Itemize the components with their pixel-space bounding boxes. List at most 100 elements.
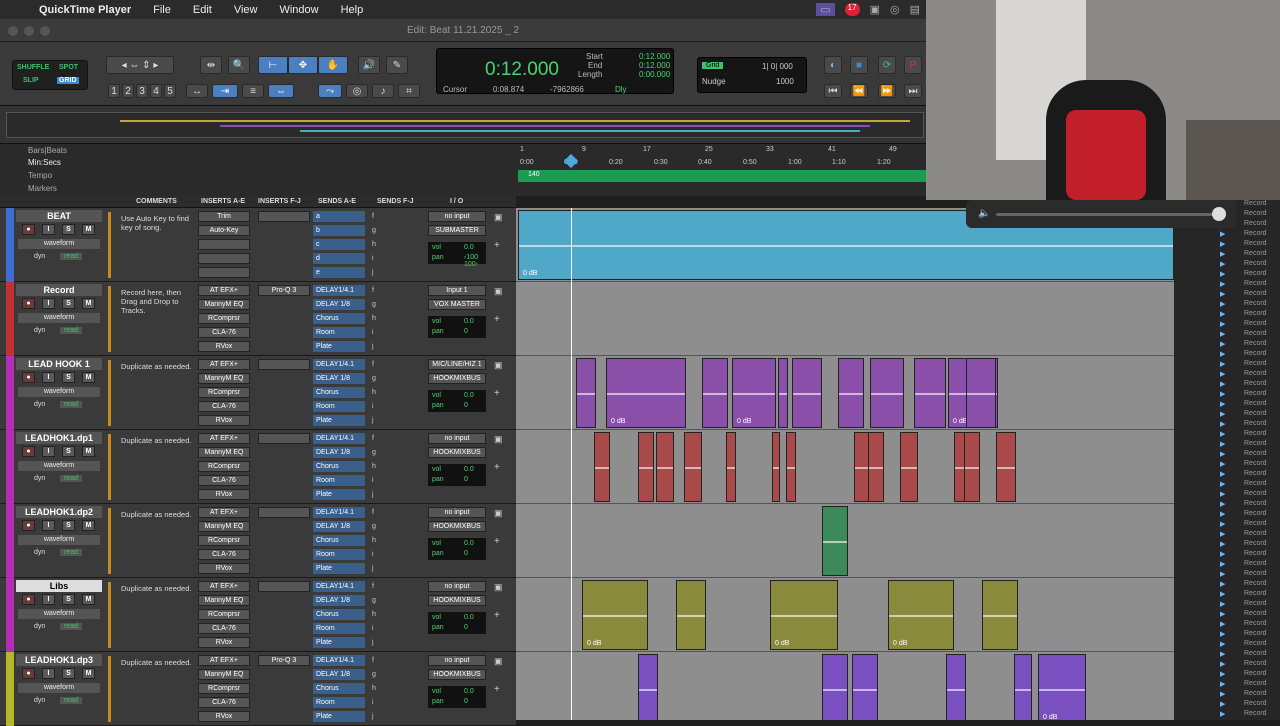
- solo-button[interactable]: S: [62, 446, 75, 457]
- audio-clip[interactable]: 0 dB: [770, 580, 838, 650]
- audio-clip[interactable]: [792, 358, 822, 428]
- insert-slot[interactable]: MannyM EQ: [198, 447, 250, 458]
- send-slot[interactable]: Plate: [313, 637, 365, 648]
- zoomer-tool-icon[interactable]: ⇹: [200, 56, 222, 74]
- output-window-icon[interactable]: ▣: [494, 212, 503, 223]
- send-slot-fj[interactable]: i: [372, 551, 374, 558]
- record-arm-button[interactable]: ●: [22, 298, 35, 309]
- input-selector[interactable]: no input: [428, 433, 486, 444]
- insert-slot-fj[interactable]: [258, 581, 310, 592]
- automation-icon[interactable]: ⤳: [318, 84, 342, 98]
- clip-list-item[interactable]: Record: [1244, 440, 1267, 447]
- send-slot-fj[interactable]: i: [372, 625, 374, 632]
- insert-slot[interactable]: RComprsr: [198, 683, 250, 694]
- disclosure-icon[interactable]: ▶: [1220, 530, 1225, 538]
- output-window-icon[interactable]: ▣: [494, 434, 503, 445]
- insert-slot[interactable]: RVox: [198, 563, 250, 574]
- send-slot-fj[interactable]: h: [372, 389, 376, 396]
- send-slot[interactable]: DELAY 1/8: [313, 373, 365, 384]
- track-view-selector[interactable]: waveform: [18, 313, 100, 323]
- clip-list-item[interactable]: Record: [1244, 200, 1267, 207]
- audio-clip[interactable]: [822, 506, 848, 576]
- disclosure-icon[interactable]: ▶: [1220, 320, 1225, 328]
- menu-file[interactable]: File: [142, 4, 182, 16]
- clip-gain-label[interactable]: 0 dB: [775, 640, 789, 647]
- send-slot-fj[interactable]: g: [372, 597, 376, 604]
- record-arm-button[interactable]: ●: [22, 668, 35, 679]
- track-comment[interactable]: Duplicate as needed.: [121, 658, 193, 667]
- send-slot[interactable]: DELAY1/4.1: [313, 581, 365, 592]
- automation-mode-read[interactable]: read: [60, 697, 83, 704]
- disclosure-icon[interactable]: ▶: [1220, 450, 1225, 458]
- audio-clip[interactable]: [870, 358, 904, 428]
- clip-list-item[interactable]: Record: [1244, 550, 1267, 557]
- input-selector[interactable]: no input: [428, 581, 486, 592]
- menu-view[interactable]: View: [223, 4, 269, 16]
- clip-list-item[interactable]: Record: [1244, 530, 1267, 537]
- disclosure-icon[interactable]: ▶: [1220, 430, 1225, 438]
- audio-clip[interactable]: [786, 432, 796, 502]
- clip-list-item[interactable]: Record: [1244, 690, 1267, 697]
- clip-gain-label[interactable]: 0 dB: [611, 418, 625, 425]
- insert-slot-fj[interactable]: [258, 359, 310, 370]
- disclosure-icon[interactable]: ▶: [1220, 590, 1225, 598]
- disclosure-icon[interactable]: ▶: [1220, 560, 1225, 568]
- send-slot-fj[interactable]: g: [372, 301, 376, 308]
- send-slot-fj[interactable]: f: [372, 657, 374, 664]
- send-slot-fj[interactable]: f: [372, 213, 374, 220]
- output-selector[interactable]: HOOKMIXBUS: [428, 595, 486, 606]
- add-icon[interactable]: +: [494, 314, 500, 325]
- volume-slider[interactable]: 🔈: [966, 200, 1236, 228]
- disclosure-icon[interactable]: ▶: [1220, 510, 1225, 518]
- insert-slot[interactable]: RVox: [198, 341, 250, 352]
- clip-list-item[interactable]: Record: [1244, 700, 1267, 707]
- automation-mode-read[interactable]: read: [60, 475, 83, 482]
- audio-clip[interactable]: [656, 432, 674, 502]
- insert-slot[interactable]: MannyM EQ: [198, 595, 250, 606]
- track-comment[interactable]: Record here, then Drag and Drop to Track…: [121, 288, 193, 315]
- disclosure-icon[interactable]: ▶: [1220, 630, 1225, 638]
- audio-clip[interactable]: [852, 654, 878, 720]
- pan-value[interactable]: 0: [464, 476, 468, 483]
- insert-slot-fj[interactable]: Pro-Q 3: [258, 655, 310, 666]
- status-icon-2[interactable]: ◎: [890, 3, 900, 16]
- input-monitor-button[interactable]: I: [42, 446, 55, 457]
- tempo-ruler[interactable]: 140: [518, 170, 926, 182]
- insert-slot[interactable]: AT EFX+: [198, 655, 250, 666]
- insert-slot-fj[interactable]: [258, 507, 310, 518]
- send-slot-fj[interactable]: i: [372, 329, 374, 336]
- pan-value[interactable]: ‹100 100›: [464, 254, 486, 268]
- record-enable-icon[interactable]: P: [904, 56, 922, 74]
- add-icon[interactable]: +: [494, 462, 500, 473]
- track-comment[interactable]: Duplicate as needed.: [121, 436, 193, 445]
- send-slot-fj[interactable]: g: [372, 375, 376, 382]
- send-slot-fj[interactable]: h: [372, 611, 376, 618]
- track-view-selector[interactable]: waveform: [18, 609, 100, 619]
- record-arm-button[interactable]: ●: [22, 520, 35, 531]
- disclosure-icon[interactable]: ▶: [1220, 290, 1225, 298]
- automation-mode-read[interactable]: read: [60, 401, 83, 408]
- clip-list-item[interactable]: Record: [1244, 380, 1267, 387]
- send-slot[interactable]: Plate: [313, 711, 365, 722]
- disclosure-icon[interactable]: ▶: [1220, 270, 1225, 278]
- vol-pan-box[interactable]: vol 0.0 pan 0: [428, 686, 486, 708]
- send-slot-fj[interactable]: i: [372, 255, 374, 262]
- screen-record-icon[interactable]: ▭: [816, 3, 835, 16]
- disclosure-icon[interactable]: ▶: [1220, 660, 1225, 668]
- insert-slot[interactable]: AT EFX+: [198, 359, 250, 370]
- clip-list-item[interactable]: Record: [1244, 280, 1267, 287]
- mute-button[interactable]: M: [82, 446, 95, 457]
- clip-list-item[interactable]: Record: [1244, 520, 1267, 527]
- clip-list-item[interactable]: Record: [1244, 230, 1267, 237]
- clip-list-item[interactable]: Record: [1244, 670, 1267, 677]
- clip-gain-label[interactable]: 0 dB: [587, 640, 601, 647]
- track-name[interactable]: BEAT: [16, 210, 102, 222]
- disclosure-icon[interactable]: ▶: [1220, 700, 1225, 708]
- insert-slot[interactable]: AT EFX+: [198, 507, 250, 518]
- audio-clip[interactable]: [684, 432, 702, 502]
- disclosure-icon[interactable]: ▶: [1220, 610, 1225, 618]
- disclosure-icon[interactable]: ▶: [1220, 370, 1225, 378]
- send-slot-fj[interactable]: i: [372, 699, 374, 706]
- rewind-icon[interactable]: ⏪: [850, 84, 868, 98]
- grid-label[interactable]: Grid: [702, 62, 724, 69]
